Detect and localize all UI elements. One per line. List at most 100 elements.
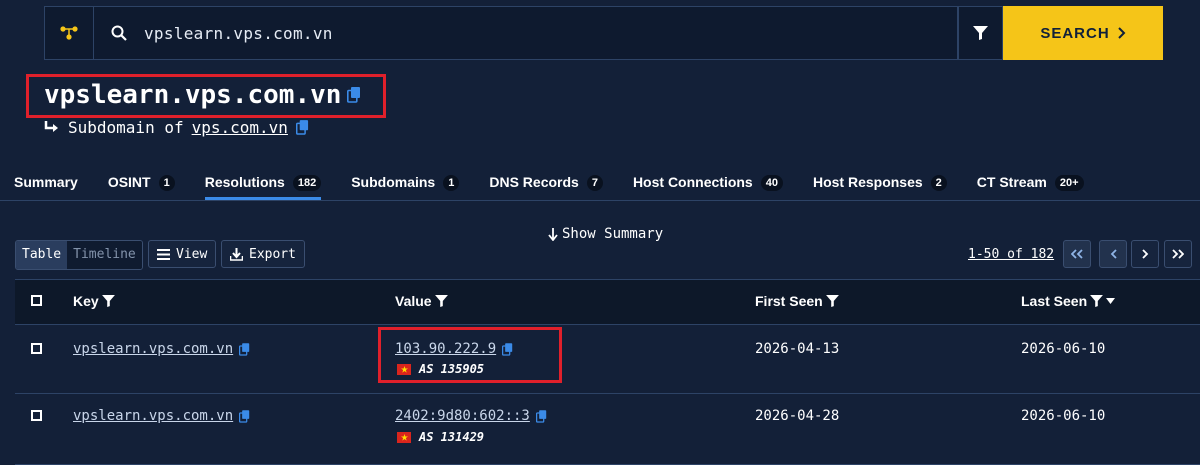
key-cell: vpslearn.vps.com.vn	[73, 341, 250, 357]
count-badge: 182	[292, 175, 322, 191]
tab-label: Subdomains	[351, 174, 436, 190]
filter-icon	[973, 26, 988, 40]
last-page-button[interactable]	[1164, 240, 1192, 268]
select-all-checkbox[interactable]	[31, 295, 42, 306]
double-chevron-left-icon	[1071, 249, 1083, 259]
chevron-right-icon	[1141, 249, 1148, 259]
tab-label: Host Connections	[632, 174, 753, 190]
column-label: Key	[73, 293, 99, 309]
parent-domain-link[interactable]: vps.com.vn	[192, 118, 288, 137]
count-badge: 40	[760, 175, 783, 191]
list-icon	[157, 248, 170, 260]
tab-label: OSINT	[107, 174, 151, 190]
page-title: vpslearn.vps.com.vn	[44, 80, 361, 110]
copy-icon[interactable]	[295, 120, 309, 135]
column-label: First Seen	[755, 293, 823, 309]
first-page-button[interactable]	[1063, 240, 1091, 268]
table-header: Key Value First Seen Last Seen	[15, 279, 1200, 325]
sort-desc-icon	[1106, 298, 1116, 304]
copy-icon[interactable]	[347, 87, 361, 103]
tab-dns-records[interactable]: DNS Records 7	[489, 168, 603, 200]
last-seen-cell: 2026-06-10	[1021, 341, 1106, 357]
double-chevron-right-icon	[1172, 249, 1184, 259]
last-seen-cell: 2026-06-10	[1021, 408, 1106, 424]
show-summary-toggle[interactable]: Show Summary	[548, 226, 663, 242]
count-badge: 1	[158, 175, 175, 191]
count-badge: 1	[443, 175, 460, 191]
tab-bar: Summary OSINT 1 Resolutions 182 Subdomains…	[0, 168, 1200, 200]
first-seen-cell: 2026-04-28	[755, 408, 840, 424]
tab-resolutions[interactable]: Resolutions 182	[204, 168, 322, 200]
search-query: vpslearn.vps.com.vn	[144, 23, 333, 43]
count-badge: 7	[586, 175, 603, 191]
subdomain-line: Subdomain of vps.com.vn	[44, 118, 309, 137]
tab-label: Resolutions	[204, 174, 285, 190]
graph-logo-icon[interactable]	[44, 6, 94, 60]
tab-ct-stream[interactable]: CT Stream 20+	[977, 168, 1084, 200]
first-seen-cell: 2026-04-13	[755, 341, 840, 357]
pagination-range[interactable]: 1-50 of 182	[968, 247, 1054, 262]
tab-label: DNS Records	[489, 174, 579, 190]
next-page-button[interactable]	[1131, 240, 1159, 268]
column-first-seen[interactable]: First Seen	[755, 293, 839, 309]
row-checkbox[interactable]	[31, 343, 42, 354]
key-cell: vpslearn.vps.com.vn	[73, 408, 250, 424]
search-button[interactable]: SEARCH	[1003, 6, 1163, 60]
tab-osint[interactable]: OSINT 1	[108, 168, 175, 200]
arrow-down-icon	[548, 227, 558, 241]
tab-host-responses[interactable]: Host Responses 2	[813, 168, 947, 200]
count-badge: 20+	[1054, 175, 1084, 191]
chevron-left-icon	[1110, 249, 1117, 259]
tab-subdomains[interactable]: Subdomains 1	[351, 168, 460, 200]
search-input[interactable]: vpslearn.vps.com.vn	[94, 6, 958, 60]
tab-summary[interactable]: Summary	[14, 168, 78, 200]
asn-label: AS 131429	[419, 430, 485, 444]
copy-icon	[239, 342, 250, 356]
column-value[interactable]: Value	[395, 293, 448, 309]
ip-link[interactable]: 2402:9d80:602::3	[395, 408, 530, 424]
copy-icon	[239, 409, 250, 423]
column-label: Last Seen	[1021, 293, 1088, 309]
column-label: Value	[395, 293, 432, 309]
filter-icon	[434, 295, 448, 307]
value-cell: 2402:9d80:602::3	[395, 408, 547, 424]
key-link[interactable]: vpslearn.vps.com.vn	[73, 408, 233, 424]
table-row: vpslearn.vps.com.vn 103.90.222.9 AS 1359…	[15, 325, 1200, 394]
asn-info: AS 131429	[397, 430, 484, 444]
filter-icon	[825, 295, 839, 307]
filter-button[interactable]	[958, 6, 1003, 60]
show-summary-label: Show Summary	[562, 226, 664, 242]
search-button-label: SEARCH	[1040, 24, 1110, 42]
view-button-label: View	[176, 246, 208, 262]
copy-icon	[535, 409, 547, 423]
view-mode-toggle: Table Timeline	[15, 240, 143, 270]
tabs-divider	[0, 200, 1200, 201]
column-key[interactable]: Key	[73, 293, 115, 309]
filter-icon	[101, 295, 115, 307]
column-last-seen[interactable]: Last Seen	[1021, 293, 1116, 309]
relation-label: Subdomain of	[68, 118, 184, 137]
entity-name: vpslearn.vps.com.vn	[44, 80, 342, 110]
key-link[interactable]: vpslearn.vps.com.vn	[73, 341, 233, 357]
export-button-label: Export	[249, 246, 296, 262]
download-icon	[230, 247, 243, 261]
export-button[interactable]: Export	[221, 240, 305, 268]
search-icon	[94, 25, 144, 41]
view-button[interactable]: View	[148, 240, 217, 268]
count-badge: 2	[930, 175, 947, 191]
search-bar: vpslearn.vps.com.vn SEARCH	[44, 6, 1163, 60]
timeline-view-button[interactable]: Timeline	[67, 241, 142, 269]
filter-icon	[1090, 295, 1104, 307]
return-arrow-icon	[44, 120, 58, 132]
tab-label: Summary	[14, 174, 78, 190]
chevron-right-icon	[1117, 27, 1126, 39]
table-row: vpslearn.vps.com.vn 2402:9d80:602::3 AS …	[15, 394, 1200, 465]
vietnam-flag-icon	[397, 431, 411, 443]
table-view-button[interactable]: Table	[16, 241, 68, 269]
highlight-box-ip	[378, 327, 562, 383]
row-checkbox[interactable]	[31, 410, 42, 421]
tab-label: Host Responses	[812, 174, 923, 190]
tab-label: CT Stream	[976, 174, 1047, 190]
prev-page-button[interactable]	[1099, 240, 1127, 268]
tab-host-connections[interactable]: Host Connections 40	[633, 168, 783, 200]
